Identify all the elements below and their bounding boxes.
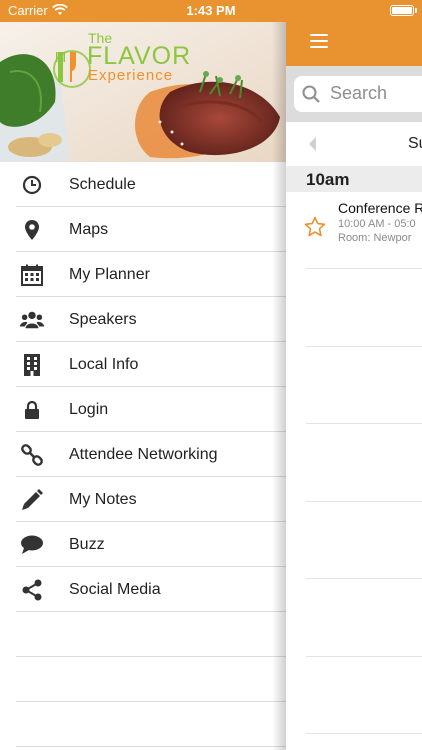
session-list: Conference R 10:00 AM - 05:0 Room: Newpo…	[286, 192, 422, 750]
list-divider	[306, 501, 422, 502]
people-icon	[20, 308, 44, 332]
pencil-icon	[20, 488, 44, 512]
time-section-header: 10am	[286, 166, 422, 192]
menu-item-my-planner[interactable]: My Planner	[0, 252, 286, 297]
lock-icon	[20, 398, 44, 422]
menu-item-label: My Notes	[69, 490, 137, 508]
side-drawer: The FLAVOR Experience Schedule Maps My P…	[0, 0, 286, 750]
menu-item-social-media[interactable]: Social Media	[0, 567, 286, 612]
speech-bubble-icon	[20, 533, 44, 557]
clock-icon	[20, 173, 44, 197]
drawer-menu: Schedule Maps My Planner Speakers Local …	[0, 162, 286, 747]
menu-empty-row	[0, 612, 286, 657]
battery-icon	[390, 5, 414, 16]
day-selector: Su	[286, 122, 422, 166]
list-divider	[306, 268, 422, 269]
menu-item-maps[interactable]: Maps	[0, 207, 286, 252]
schedule-screen: Search Su 10am Conference R 10:00 AM - 0…	[286, 0, 422, 750]
hamburger-menu-icon[interactable]	[310, 34, 328, 52]
list-divider	[306, 346, 422, 347]
previous-day-arrow-icon[interactable]	[309, 137, 316, 151]
search-bar: Search	[286, 66, 422, 122]
list-divider	[306, 733, 422, 734]
list-divider	[306, 423, 422, 424]
calendar-icon	[20, 263, 44, 287]
menu-item-label: Attendee Networking	[69, 445, 218, 463]
menu-item-label: Schedule	[69, 175, 136, 193]
search-input[interactable]: Search	[294, 76, 422, 112]
map-pin-icon	[20, 218, 44, 242]
session-title: Conference R	[338, 200, 422, 216]
search-icon	[302, 85, 320, 108]
link-icon	[20, 443, 44, 467]
menu-item-label: Social Media	[69, 580, 161, 598]
building-icon	[20, 353, 44, 377]
menu-empty-row	[0, 657, 286, 702]
star-icon[interactable]	[304, 216, 326, 243]
menu-item-label: Local Info	[69, 355, 139, 373]
menu-item-label: Login	[69, 400, 109, 418]
menu-item-attendee-networking[interactable]: Attendee Networking	[0, 432, 286, 477]
menu-item-label: Buzz	[69, 535, 105, 553]
menu-item-label: Maps	[69, 220, 109, 238]
status-bar: Carrier 1:43 PM	[0, 0, 422, 22]
list-divider	[306, 578, 422, 579]
menu-empty-row	[0, 702, 286, 747]
menu-item-my-notes[interactable]: My Notes	[0, 477, 286, 522]
session-time: 10:00 AM - 05:0	[338, 218, 416, 230]
logo-experience: Experience	[88, 67, 174, 84]
menu-item-label: Speakers	[69, 310, 137, 328]
menu-item-local-info[interactable]: Local Info	[0, 342, 286, 387]
session-room: Room: Newpor	[338, 232, 412, 244]
day-label[interactable]: Su	[408, 135, 422, 153]
menu-item-buzz[interactable]: Buzz	[0, 522, 286, 567]
menu-item-login[interactable]: Login	[0, 387, 286, 432]
status-time: 1:43 PM	[186, 3, 236, 18]
menu-item-speakers[interactable]: Speakers	[0, 297, 286, 342]
time-section-label: 10am	[306, 170, 350, 189]
menu-item-schedule[interactable]: Schedule	[0, 162, 286, 207]
search-placeholder: Search	[330, 83, 388, 103]
session-row[interactable]: Conference R 10:00 AM - 05:0 Room: Newpo…	[286, 192, 422, 268]
list-divider	[306, 656, 422, 657]
event-banner: The FLAVOR Experience	[0, 22, 286, 162]
menu-item-label: My Planner	[69, 265, 150, 283]
share-icon	[20, 578, 44, 602]
